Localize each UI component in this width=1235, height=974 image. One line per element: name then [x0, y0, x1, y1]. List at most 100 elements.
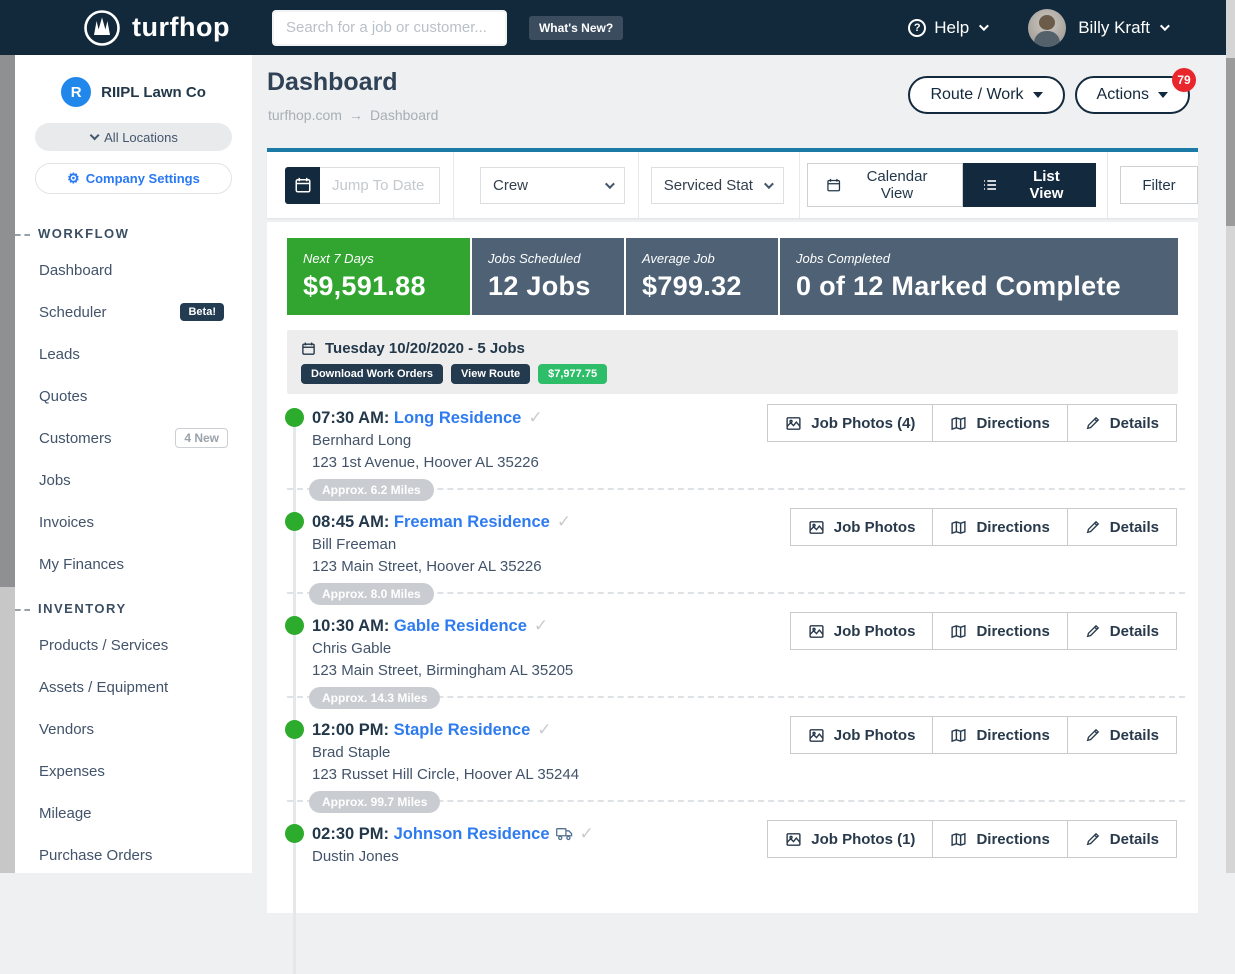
- actions-dropdown-button[interactable]: Actions 79: [1075, 76, 1190, 114]
- view-toggle: Calendar View List View: [807, 163, 1096, 207]
- sidebar-item-my-finances[interactable]: My Finances: [15, 543, 252, 585]
- sidebar-item-scheduler[interactable]: Scheduler Beta!: [15, 291, 252, 333]
- top-navbar: turfhop What's New? ? Help Billy Kraft: [0, 0, 1235, 55]
- all-locations-label: All Locations: [104, 130, 178, 145]
- photo-icon: [785, 831, 802, 848]
- actions-count-badge: 79: [1172, 68, 1196, 92]
- divider: [453, 152, 454, 218]
- date-picker-button[interactable]: [285, 167, 320, 204]
- chevron-down-icon: [764, 179, 774, 189]
- sidebar: R RIIPL Lawn Co All Locations ⚙ Company …: [15, 55, 252, 873]
- chevron-down-icon: [605, 179, 615, 189]
- breadcrumb-site[interactable]: turfhop.com: [268, 107, 342, 123]
- job-photos-button[interactable]: Job Photos (4): [767, 404, 933, 442]
- beta-badge: Beta!: [180, 303, 224, 321]
- pencil-icon: [1085, 831, 1101, 847]
- job-customer: Brad Staple: [312, 744, 390, 761]
- job-name-link[interactable]: Gable Residence: [394, 617, 527, 635]
- page-title: Dashboard: [267, 68, 398, 97]
- job-address: 123 Main Street, Birmingham AL 35205: [312, 662, 573, 679]
- map-icon: [950, 623, 967, 640]
- avatar[interactable]: [1028, 9, 1066, 47]
- job-name-link[interactable]: Johnson Residence: [394, 825, 550, 843]
- dash-decoration: [15, 609, 30, 611]
- all-locations-dropdown[interactable]: All Locations: [35, 123, 232, 151]
- help-icon: ?: [908, 19, 926, 37]
- miles-badge: Approx. 14.3 Miles: [309, 687, 440, 709]
- search-input[interactable]: [272, 10, 507, 46]
- divider: [638, 152, 639, 218]
- app-logo[interactable]: turfhop: [82, 8, 230, 48]
- serviced-status-select[interactable]: Serviced Stat: [651, 167, 784, 204]
- directions-button[interactable]: Directions: [932, 404, 1067, 442]
- sidebar-item-leads[interactable]: Leads: [15, 333, 252, 375]
- directions-button[interactable]: Directions: [932, 612, 1067, 650]
- pencil-icon: [1085, 519, 1101, 535]
- help-menu[interactable]: ? Help: [908, 18, 986, 38]
- crew-select[interactable]: Crew: [480, 167, 625, 204]
- download-work-orders-button[interactable]: Download Work Orders: [301, 364, 443, 384]
- details-button[interactable]: Details: [1067, 404, 1177, 442]
- directions-button[interactable]: Directions: [932, 508, 1067, 546]
- calendar-view-button[interactable]: Calendar View: [807, 163, 963, 207]
- list-view-button[interactable]: List View: [963, 163, 1096, 207]
- day-title: Tuesday 10/20/2020 - 5 Jobs: [325, 340, 525, 357]
- right-scrollbar[interactable]: [1226, 0, 1235, 873]
- sidebar-item-vendors[interactable]: Vendors: [15, 708, 252, 750]
- details-button[interactable]: Details: [1067, 508, 1177, 546]
- check-icon[interactable]: ✓: [534, 616, 548, 635]
- company-logo: R: [61, 77, 91, 107]
- check-icon[interactable]: ✓: [580, 824, 594, 843]
- sidebar-item-products-services[interactable]: Products / Services: [15, 624, 252, 666]
- sidebar-item-mileage[interactable]: Mileage: [15, 792, 252, 834]
- miles-badge: Approx. 8.0 Miles: [309, 583, 434, 605]
- directions-button[interactable]: Directions: [932, 716, 1067, 754]
- jump-to-date-input[interactable]: [320, 167, 440, 204]
- details-button[interactable]: Details: [1067, 716, 1177, 754]
- job-name-link[interactable]: Staple Residence: [394, 721, 531, 739]
- job-address: 123 Main Street, Hoover AL 35226: [312, 558, 542, 575]
- sidebar-item-jobs[interactable]: Jobs: [15, 459, 252, 501]
- details-button[interactable]: Details: [1067, 612, 1177, 650]
- job-status-dot: [285, 824, 304, 843]
- filter-button[interactable]: Filter: [1120, 166, 1198, 204]
- check-icon[interactable]: ✓: [557, 512, 571, 531]
- map-icon: [950, 519, 967, 536]
- job-row: 07:30 AM: Long Residence✓ Bernhard Long …: [287, 400, 1185, 504]
- company-settings-button[interactable]: ⚙ Company Settings: [35, 163, 232, 194]
- sidebar-item-assets-equipment[interactable]: Assets / Equipment: [15, 666, 252, 708]
- jobs-list: 07:30 AM: Long Residence✓ Bernhard Long …: [287, 400, 1185, 920]
- job-name-link[interactable]: Long Residence: [394, 409, 521, 427]
- check-icon[interactable]: ✓: [528, 408, 542, 427]
- right-scrollbar-thumb[interactable]: [1226, 58, 1235, 226]
- stat-jobs-completed: Jobs Completed0 of 12 Marked Complete: [780, 238, 1178, 315]
- view-route-button[interactable]: View Route: [451, 364, 530, 384]
- check-icon[interactable]: ✓: [537, 720, 551, 739]
- whats-new-button[interactable]: What's New?: [529, 16, 623, 40]
- directions-button[interactable]: Directions: [932, 820, 1067, 858]
- user-menu[interactable]: Billy Kraft: [1078, 18, 1167, 38]
- job-photos-button[interactable]: Job Photos: [790, 508, 934, 546]
- breadcrumb-arrow-icon: →: [349, 107, 363, 123]
- job-photos-button[interactable]: Job Photos (1): [767, 820, 933, 858]
- divider: [799, 152, 800, 218]
- left-scrollbar[interactable]: [0, 55, 15, 873]
- sidebar-item-quotes[interactable]: Quotes: [15, 375, 252, 417]
- sidebar-item-invoices[interactable]: Invoices: [15, 501, 252, 543]
- company-name: RIIPL Lawn Co: [101, 84, 206, 101]
- job-photos-button[interactable]: Job Photos: [790, 612, 934, 650]
- job-photos-button[interactable]: Job Photos: [790, 716, 934, 754]
- main-area: Dashboard turfhop.com→Dashboard Route / …: [252, 55, 1226, 873]
- sidebar-item-expenses[interactable]: Expenses: [15, 750, 252, 792]
- sidebar-item-customers[interactable]: Customers 4 New: [15, 417, 252, 459]
- photo-icon: [785, 415, 802, 432]
- sidebar-item-dashboard[interactable]: Dashboard: [15, 249, 252, 291]
- sidebar-item-purchase-orders[interactable]: Purchase Orders: [15, 834, 252, 876]
- section-title: WORKFLOW: [15, 226, 252, 241]
- job-name-link[interactable]: Freeman Residence: [394, 513, 550, 531]
- details-button[interactable]: Details: [1067, 820, 1177, 858]
- chevron-down-icon: [979, 21, 989, 31]
- job-customer: Bernhard Long: [312, 432, 411, 449]
- left-scrollbar-thumb[interactable]: [0, 55, 15, 587]
- route-work-dropdown-button[interactable]: Route / Work: [908, 76, 1064, 114]
